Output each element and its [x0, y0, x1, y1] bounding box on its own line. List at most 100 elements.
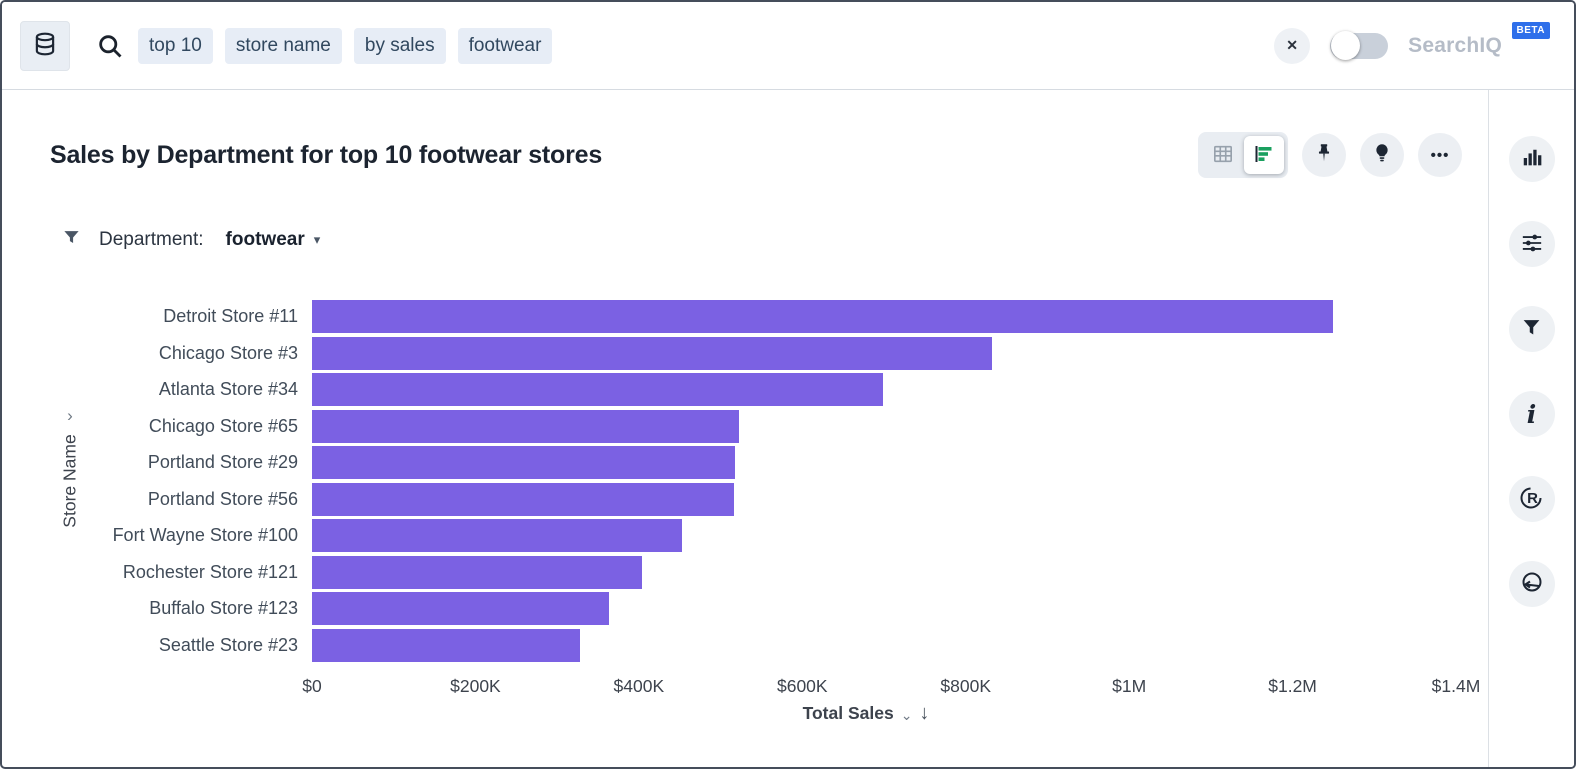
- bar[interactable]: [312, 629, 580, 662]
- visualization-rail-button[interactable]: [1509, 136, 1555, 182]
- search-token[interactable]: footwear: [458, 28, 553, 64]
- close-icon: ✕: [1286, 37, 1298, 54]
- data-source-button[interactable]: [20, 21, 70, 71]
- bar-track: [312, 483, 1456, 516]
- bar-track: [312, 519, 1456, 552]
- bar-row: Seattle Store #23: [90, 629, 1456, 662]
- insights-button[interactable]: [1360, 133, 1404, 177]
- toggle-knob: [1331, 31, 1360, 60]
- chevron-down-icon: ⌄: [901, 708, 913, 722]
- bar[interactable]: [312, 446, 735, 479]
- clear-search-button[interactable]: ✕: [1274, 28, 1310, 64]
- bar-row: Atlanta Store #34: [90, 373, 1456, 406]
- x-axis-tick: $0: [302, 676, 321, 697]
- category-label: Seattle Store #23: [90, 629, 312, 662]
- x-axis: $0$200K$400K$600K$800K$1M$1.2M$1.4M: [50, 676, 1456, 698]
- x-axis-tick: $400K: [614, 676, 665, 697]
- bar-row: Chicago Store #65: [90, 410, 1456, 443]
- search-bar[interactable]: top 10 store name by sales footwear: [96, 2, 1274, 89]
- r-circle-icon: R: [1518, 484, 1546, 515]
- searchiq-label: SearchIQ BETA: [1408, 34, 1502, 58]
- sliders-icon: [1521, 232, 1543, 257]
- search-icon: [96, 32, 124, 60]
- beta-badge: BETA: [1512, 22, 1550, 39]
- x-axis-tick: $800K: [940, 676, 991, 697]
- pin-button[interactable]: [1302, 133, 1346, 177]
- category-label: Rochester Store #121: [90, 556, 312, 589]
- category-label: Buffalo Store #123: [90, 592, 312, 625]
- x-axis-tick: $1M: [1112, 676, 1146, 697]
- bar-chart: › Store Name Detroit Store #11 Chicago St…: [50, 300, 1488, 724]
- searchiq-toggle[interactable]: [1330, 33, 1388, 59]
- bar-row: Buffalo Store #123: [90, 592, 1456, 625]
- viz-toolbar: •••: [1198, 132, 1462, 178]
- bar-track: [312, 629, 1456, 662]
- app-window: top 10 store name by sales footwear ✕ Searc…: [0, 0, 1576, 769]
- x-axis-tick: $1.4M: [1432, 676, 1481, 697]
- bar[interactable]: [312, 373, 883, 406]
- page-title: Sales by Department for top 10 footwear …: [50, 141, 602, 170]
- bar[interactable]: [312, 592, 609, 625]
- more-options-button[interactable]: •••: [1418, 133, 1462, 177]
- x-axis-tick: $600K: [777, 676, 828, 697]
- bar-row: Portland Store #56: [90, 483, 1456, 516]
- bar[interactable]: [312, 483, 734, 516]
- svg-text:R: R: [1527, 490, 1538, 507]
- chart-view-button[interactable]: [1244, 136, 1284, 174]
- y-axis-title: Store Name: [60, 434, 81, 527]
- chart-rows: Detroit Store #11 Chicago Store #3Atlanta…: [90, 300, 1456, 662]
- bar-row: Fort Wayne Store #100: [90, 519, 1456, 552]
- x-axis-tick: $1.2M: [1268, 676, 1317, 697]
- category-label: Chicago Store #3: [90, 337, 312, 370]
- circle-arrow-icon: [1519, 570, 1545, 599]
- sort-descending-icon: ↓: [919, 703, 929, 723]
- pin-icon: [1313, 142, 1335, 168]
- database-icon: [32, 31, 58, 60]
- filter-value: footwear: [226, 229, 305, 251]
- configure-rail-button[interactable]: [1509, 221, 1555, 267]
- x-axis-tick: $200K: [450, 676, 501, 697]
- category-label: Fort Wayne Store #100: [90, 519, 312, 552]
- bar[interactable]: [312, 337, 992, 370]
- answer-panel: Sales by Department for top 10 footwear …: [2, 90, 1488, 767]
- filter-value-dropdown[interactable]: footwear ▾: [226, 229, 321, 251]
- bar[interactable]: [312, 410, 739, 443]
- bar-track: [312, 337, 1456, 370]
- table-icon: [1212, 144, 1234, 167]
- bar-row: Detroit Store #11: [90, 300, 1456, 333]
- category-label: Portland Store #56: [90, 483, 312, 516]
- topbar-right-controls: ✕ SearchIQ BETA: [1274, 28, 1546, 64]
- bar-track: [312, 556, 1456, 589]
- view-toggle-group: [1198, 132, 1288, 178]
- category-label: Chicago Store #65: [90, 410, 312, 443]
- search-tokens: top 10 store name by sales footwear: [138, 28, 552, 64]
- category-label: Atlanta Store #34: [90, 373, 312, 406]
- search-token[interactable]: by sales: [354, 28, 446, 64]
- funnel-icon: [1521, 317, 1542, 341]
- chevron-down-icon: ▾: [314, 232, 321, 248]
- filter-label: Department:: [99, 229, 204, 251]
- column-chart-icon: [1521, 147, 1543, 172]
- filters-rail-button[interactable]: [1509, 306, 1555, 352]
- info-icon: i: [1527, 402, 1537, 427]
- info-rail-button[interactable]: i: [1509, 391, 1555, 437]
- filter-row: Department: footwear ▾: [50, 228, 1488, 252]
- explore-rail-button[interactable]: [1509, 561, 1555, 607]
- bar-chart-icon: [1253, 144, 1275, 167]
- r-analysis-rail-button[interactable]: R: [1509, 476, 1555, 522]
- search-token[interactable]: store name: [225, 28, 342, 64]
- bar-row: Portland Store #29: [90, 446, 1456, 479]
- bar[interactable]: [312, 300, 1333, 333]
- bar[interactable]: [312, 556, 642, 589]
- bar-track: [312, 373, 1456, 406]
- x-axis-title[interactable]: Total Sales ⌄ ↓: [294, 703, 1438, 724]
- table-view-button[interactable]: [1202, 136, 1244, 174]
- axis-expand-chevron-icon[interactable]: ›: [67, 407, 73, 424]
- lightbulb-icon: [1371, 142, 1393, 168]
- bar-row: Chicago Store #3: [90, 337, 1456, 370]
- bar[interactable]: [312, 519, 682, 552]
- ellipsis-icon: •••: [1431, 147, 1450, 164]
- category-label: Portland Store #29: [90, 446, 312, 479]
- bar-track: [312, 410, 1456, 443]
- search-token[interactable]: top 10: [138, 28, 213, 64]
